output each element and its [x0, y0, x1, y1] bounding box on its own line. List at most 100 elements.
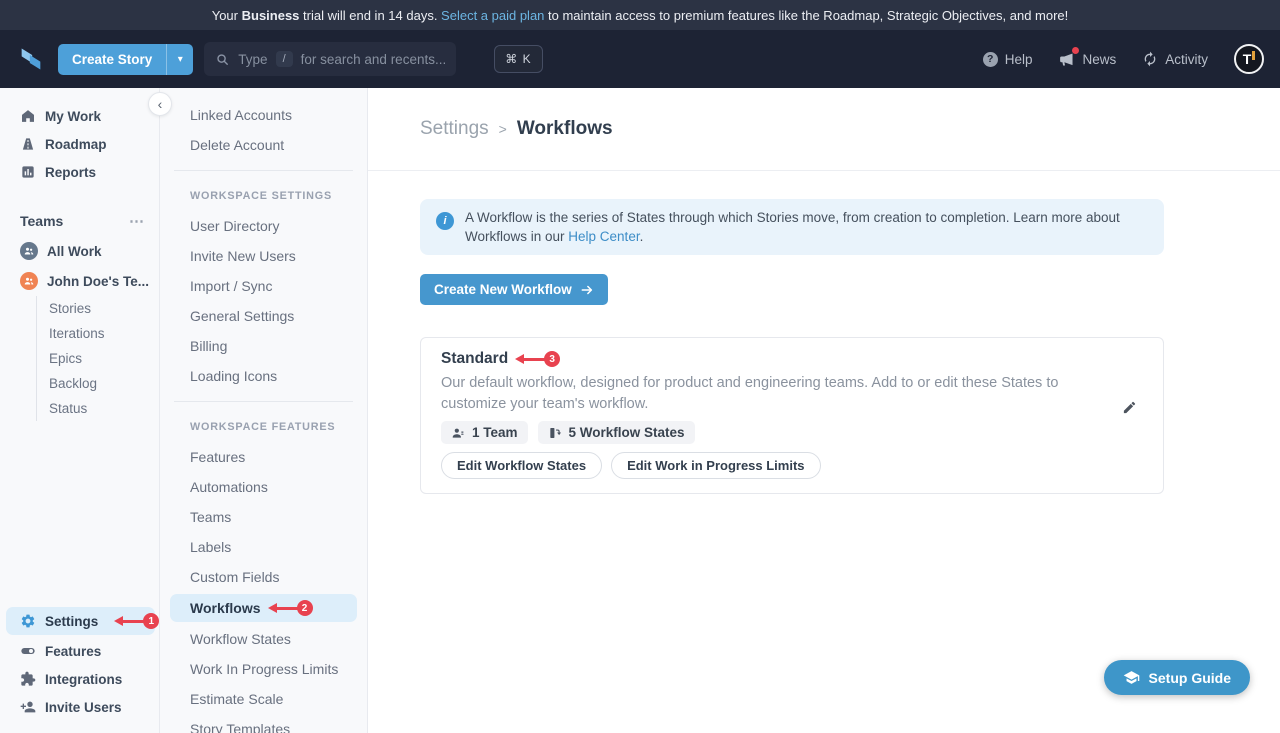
sidebar-item-label: Roadmap [45, 137, 107, 152]
annotation-badge-1: 1 [143, 613, 159, 629]
create-story-split-button: Create Story ▾ [58, 44, 193, 75]
settings-nav-billing[interactable]: Billing [160, 331, 367, 361]
annotation-badge-2: 2 [297, 600, 313, 616]
edit-wip-limits-button[interactable]: Edit Work in Progress Limits [611, 452, 820, 479]
settings-nav-linked-accounts[interactable]: Linked Accounts [160, 100, 367, 130]
workflow-states-icon [548, 426, 562, 440]
sidebar-item-label: Integrations [45, 672, 122, 687]
sidebar-item-my-work[interactable]: My Work [0, 102, 159, 130]
annotation-arrowhead [114, 616, 123, 626]
sidebar-item-reports[interactable]: Reports [0, 158, 159, 186]
breadcrumb-separator: > [499, 118, 507, 140]
person-add-icon [20, 699, 36, 715]
settings-nav-workflow-states[interactable]: Workflow States [160, 624, 367, 654]
help-label: Help [1005, 52, 1033, 67]
news-notification-dot [1072, 47, 1079, 54]
graduation-cap-icon [1123, 669, 1140, 686]
settings-nav-teams[interactable]: Teams [160, 502, 367, 532]
settings-sidebar: Linked Accounts Delete Account WORKSPACE… [160, 88, 368, 733]
help-icon: ? [983, 52, 998, 67]
settings-nav-invite-new-users[interactable]: Invite New Users [160, 241, 367, 271]
workflow-states-count-label: 5 Workflow States [569, 425, 685, 440]
help-button[interactable]: ? Help [983, 52, 1033, 67]
sidebar-item-roadmap[interactable]: Roadmap [0, 130, 159, 158]
news-button[interactable]: News [1058, 51, 1116, 68]
settings-nav-wip-limits[interactable]: Work In Progress Limits [160, 654, 367, 684]
settings-nav-import-sync[interactable]: Import / Sync [160, 271, 367, 301]
settings-nav-label: Workflows [190, 600, 261, 616]
annotation-arrow-2: 2 [268, 600, 313, 616]
settings-nav-workflows-active[interactable]: Workflows 2 [170, 594, 357, 622]
create-story-dropdown-button[interactable]: ▾ [166, 44, 193, 75]
puzzle-icon [20, 671, 36, 687]
team-count-badge: 1 Team [441, 421, 528, 444]
settings-nav-loading-icons[interactable]: Loading Icons [160, 361, 367, 391]
user-avatar[interactable]: T [1234, 44, 1264, 74]
divider [174, 401, 353, 402]
settings-nav-estimate-scale[interactable]: Estimate Scale [160, 684, 367, 714]
workflow-states-count-badge: 5 Workflow States [538, 421, 695, 444]
sidebar-item-integrations[interactable]: Integrations [0, 665, 159, 693]
settings-nav-features[interactable]: Features [160, 442, 367, 472]
trial-banner: Your Business trial will end in 14 days.… [0, 0, 1280, 30]
teams-menu-icon[interactable]: ⋯ [129, 212, 145, 230]
workspace-features-section-title: WORKSPACE FEATURES [160, 412, 367, 442]
activity-button[interactable]: Activity [1142, 51, 1208, 67]
sidebar-item-features[interactable]: Features [0, 637, 159, 665]
annotation-badge-3: 3 [544, 351, 560, 367]
banner-text: to maintain access to premium features l… [544, 8, 1068, 23]
select-paid-plan-link[interactable]: Select a paid plan [441, 8, 544, 23]
setup-guide-button[interactable]: Setup Guide [1104, 660, 1250, 695]
workflow-info-banner: i A Workflow is the series of States thr… [420, 199, 1164, 255]
sidebar-item-label: Reports [45, 165, 96, 180]
sidebar-item-status[interactable]: Status [37, 396, 159, 421]
home-icon [20, 108, 36, 124]
teams-header-label: Teams [20, 213, 63, 229]
sidebar-item-epics[interactable]: Epics [37, 346, 159, 371]
settings-nav-labels[interactable]: Labels [160, 532, 367, 562]
settings-nav-automations[interactable]: Automations [160, 472, 367, 502]
divider [174, 170, 353, 171]
settings-nav-story-templates[interactable]: Story Templates [160, 714, 367, 733]
team-icon [451, 426, 465, 440]
create-story-button[interactable]: Create Story [58, 44, 166, 75]
settings-nav-custom-fields[interactable]: Custom Fields [160, 562, 367, 592]
sidebar-item-label: John Doe's Te... [47, 274, 149, 289]
edit-pencil-icon[interactable] [1122, 400, 1137, 420]
info-text-body: A Workflow is the series of States throu… [465, 210, 1120, 244]
search-icon [215, 52, 230, 67]
toggle-icon [20, 643, 36, 659]
sidebar-item-all-work[interactable]: All Work [0, 236, 159, 266]
avatar-letter: T [1243, 51, 1252, 67]
sidebar-item-settings[interactable]: Settings 1 [6, 607, 155, 635]
gear-icon [20, 613, 36, 629]
annotation-tail [277, 607, 298, 610]
primary-sidebar: My Work Roadmap Reports Teams ⋯ [0, 88, 160, 733]
team-avatar-orange-icon [20, 272, 38, 290]
sidebar-collapse-button[interactable]: ‹ [148, 92, 172, 116]
sidebar-item-team-john-doe[interactable]: John Doe's Te... [0, 266, 159, 296]
edit-workflow-states-button[interactable]: Edit Workflow States [441, 452, 602, 479]
sidebar-item-label: Features [45, 644, 101, 659]
settings-nav-delete-account[interactable]: Delete Account [160, 130, 367, 160]
app-header: Create Story ▾ Type / for search and rec… [0, 30, 1280, 88]
sidebar-item-stories[interactable]: Stories [37, 296, 159, 321]
roadmap-icon [20, 136, 36, 152]
sidebar-item-backlog[interactable]: Backlog [37, 371, 159, 396]
annotation-arrow-3: 3 [515, 351, 560, 367]
arrow-right-icon [580, 283, 594, 297]
sidebar-item-iterations[interactable]: Iterations [37, 321, 159, 346]
help-center-link[interactable]: Help Center [568, 229, 639, 244]
settings-nav-general-settings[interactable]: General Settings [160, 301, 367, 331]
settings-nav-user-directory[interactable]: User Directory [160, 211, 367, 241]
create-new-workflow-button[interactable]: Create New Workflow [420, 274, 608, 305]
sidebar-item-label: My Work [45, 109, 101, 124]
shortcut-logo-icon[interactable] [16, 44, 46, 74]
annotation-arrowhead [515, 354, 524, 364]
breadcrumb-settings[interactable]: Settings [420, 118, 489, 140]
sidebar-item-invite-users[interactable]: Invite Users [0, 693, 159, 721]
setup-guide-label: Setup Guide [1149, 670, 1231, 686]
search-input[interactable]: Type / for search and recents... [204, 42, 456, 76]
sidebar-item-label: All Work [47, 244, 102, 259]
search-type-label: Type [238, 52, 267, 67]
